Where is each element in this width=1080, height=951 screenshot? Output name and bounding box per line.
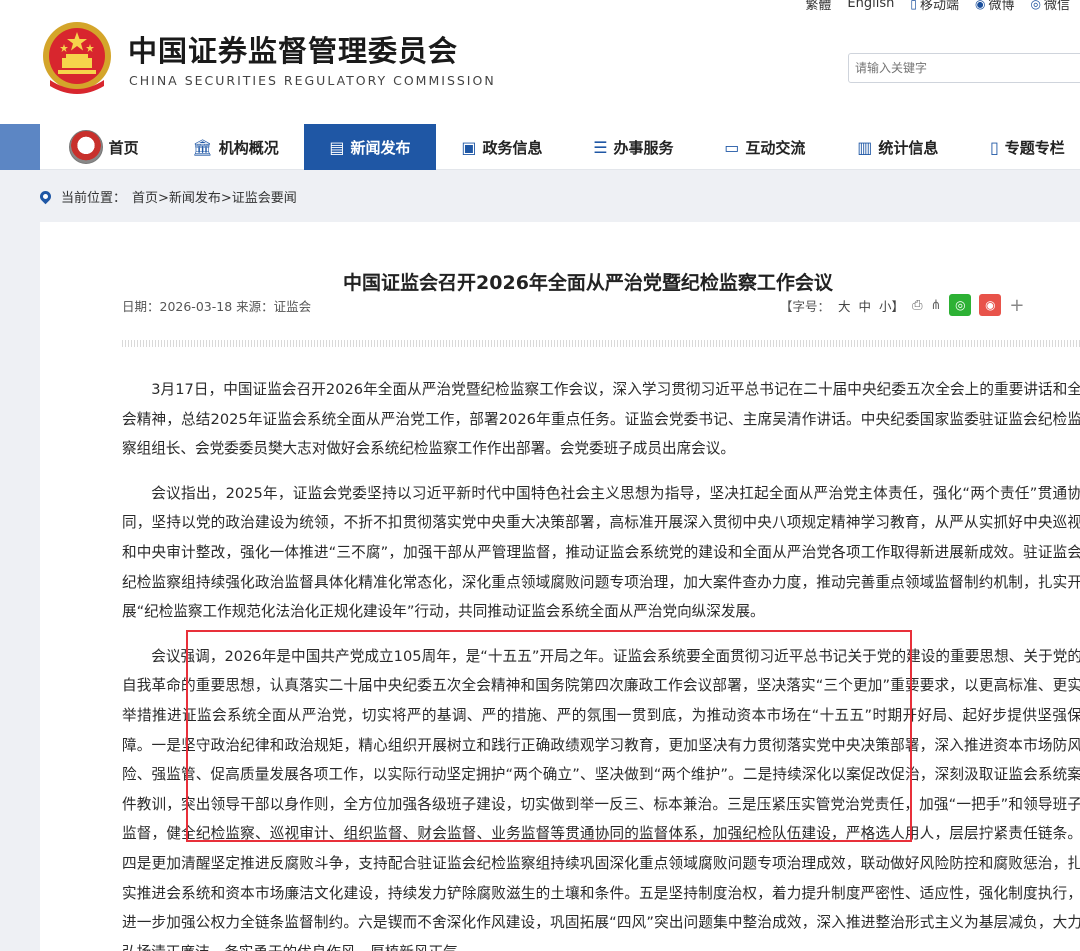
more-share-icon[interactable]: + bbox=[1009, 295, 1024, 316]
article-body: 3月17日，中国证监会召开2026年全面从严治党暨纪检监察工作会议，深入学习贯彻… bbox=[122, 375, 1080, 951]
weibo-share-icon[interactable]: ◉ bbox=[979, 294, 1002, 316]
article-paragraph: 会议指出，2025年，证监会党委坚持以习近平新时代中国特色社会主义思想为指导，坚… bbox=[122, 484, 1080, 621]
weibo-link[interactable]: ◉ 微博 bbox=[975, 0, 1015, 13]
bar-chart-icon: ▥ bbox=[857, 137, 873, 157]
wechat-link[interactable]: ◎ 微信 bbox=[1031, 0, 1071, 13]
article-tools: 【字号： 大 中 小】 ⎙ ⋔ ◎ ◉ + bbox=[780, 294, 1024, 316]
wechat-share-icon[interactable]: ◎ bbox=[949, 294, 972, 316]
csrc-logo-icon bbox=[68, 130, 103, 164]
font-size-label: 【字号： bbox=[780, 298, 831, 314]
title-divider bbox=[122, 340, 1080, 347]
article-paragraph: 3月17日，中国证监会召开2026年全面从严治党暨纪检监察工作会议，深入学习贯彻… bbox=[122, 381, 1080, 458]
nav-item-about[interactable]: 🏛 机构概况 bbox=[167, 124, 304, 170]
phone-icon: ▯ bbox=[910, 0, 917, 11]
mobile-link[interactable]: ▯ 移动端 bbox=[910, 0, 959, 13]
nav-item-news[interactable]: ▤ 新闻发布 bbox=[303, 124, 436, 170]
wechat-icon: ◎ bbox=[1030, 0, 1041, 11]
breadcrumb: 当前位置： 首页>新闻发布>证监会要闻 bbox=[37, 184, 297, 208]
breadcrumb-label: 当前位置： bbox=[61, 190, 127, 206]
font-size-small-button[interactable]: 小】 bbox=[879, 296, 904, 315]
nav-item-services[interactable]: ☰ 办事服务 bbox=[568, 124, 699, 170]
article-paragraph: 会议强调，2026年是中国共产党成立105周年，是“十五五”开局之年。证监会系统… bbox=[122, 647, 1080, 951]
site-header: 繁體 English ▯ 移动端 ◉ 微博 ◎ 微信 中国证券监督管理委员会 CHIN… bbox=[0, 0, 1080, 124]
english-link[interactable]: English bbox=[847, 0, 894, 13]
national-emblem-icon bbox=[43, 22, 111, 94]
newspaper-icon: ▤ bbox=[329, 137, 345, 157]
print-icon[interactable]: ⎙ bbox=[912, 298, 922, 313]
location-pin-icon bbox=[37, 188, 54, 204]
breadcrumb-path[interactable]: 首页>新闻发布>证监会要闻 bbox=[132, 187, 297, 206]
building-icon: 🏛 bbox=[192, 137, 213, 157]
search-input[interactable] bbox=[848, 53, 1080, 83]
article-meta: 日期：2026-03-18 来源：证监会 bbox=[122, 299, 312, 314]
checklist-icon: ☰ bbox=[593, 137, 608, 157]
nav-item-statistics[interactable]: ▥ 统计信息 bbox=[831, 124, 965, 170]
nav-item-interaction[interactable]: ▭ 互动交流 bbox=[699, 124, 831, 170]
share-icon[interactable]: ⋔ bbox=[930, 298, 941, 313]
article-title: 中国证监会召开2026年全面从严治党暨纪检监察工作会议 bbox=[343, 272, 833, 294]
nav-item-government-info[interactable]: ▣ 政务信息 bbox=[436, 124, 568, 170]
org-name-cn: 中国证券监督管理委员会 bbox=[128, 34, 459, 68]
font-size-medium-button[interactable]: 中 bbox=[859, 296, 872, 315]
monitor-icon: ▣ bbox=[461, 137, 477, 157]
weibo-icon: ◉ bbox=[975, 0, 986, 11]
font-size-large-button[interactable]: 大 bbox=[838, 296, 851, 315]
document-icon: ▯ bbox=[989, 137, 999, 157]
main-nav: 首页 🏛 机构概况 ▤ 新闻发布 ▣ 政务信息 ☰ 办事服务 ▭ 互动交流 ▥ … bbox=[40, 124, 1080, 170]
top-links: 繁體 English ▯ 移动端 ◉ 微博 ◎ 微信 bbox=[805, 0, 1070, 13]
traditional-chinese-link[interactable]: 繁體 bbox=[805, 0, 831, 13]
chat-icon: ▭ bbox=[724, 137, 740, 157]
nav-item-topics[interactable]: ▯ 专题专栏 bbox=[965, 124, 1080, 170]
org-name-en: CHINA SECURITIES REGULATORY COMMISSION bbox=[129, 73, 496, 88]
nav-item-home[interactable]: 首页 bbox=[40, 124, 167, 170]
